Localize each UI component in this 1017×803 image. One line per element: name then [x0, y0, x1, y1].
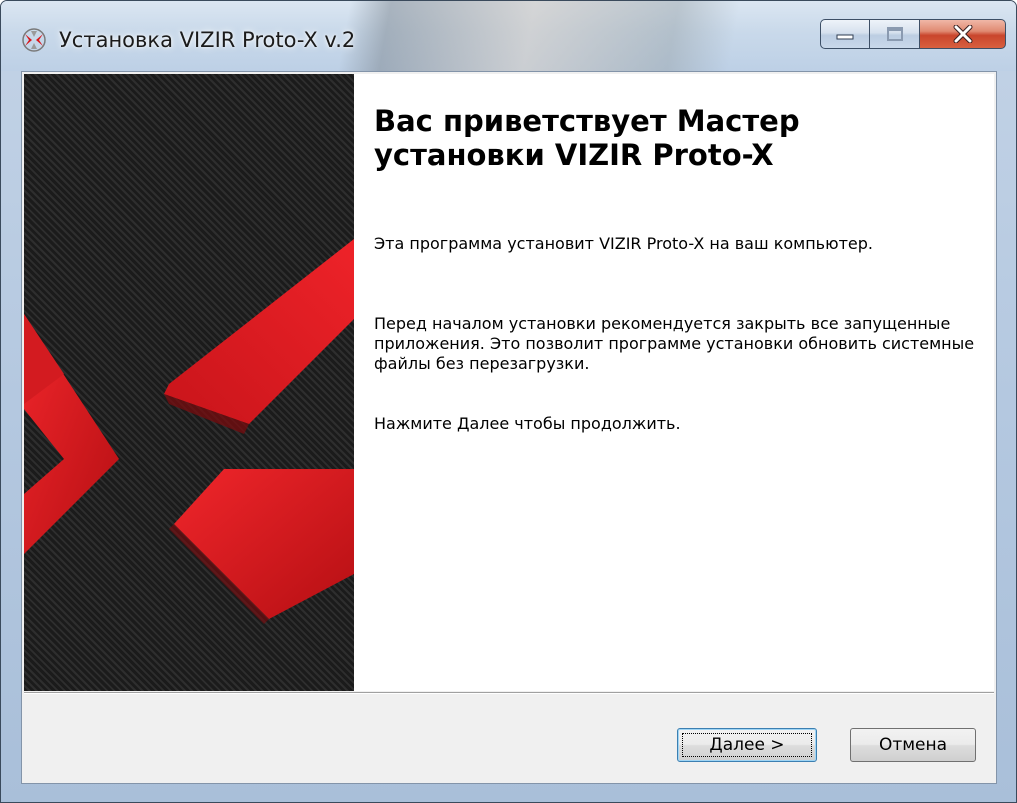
vizir-logo-icon — [22, 28, 46, 52]
close-apps-paragraph: Перед началом установки рекомендуется за… — [374, 314, 975, 373]
maximize-icon — [886, 27, 903, 41]
title-bar[interactable]: Установка VIZIR Proto-X v.2 — [1, 1, 1016, 71]
cancel-button[interactable]: Отмена — [850, 728, 976, 762]
close-button[interactable] — [920, 19, 1006, 49]
maximize-button[interactable] — [870, 19, 920, 49]
continue-hint-paragraph: Нажмите Далее чтобы продолжить. — [374, 414, 681, 433]
next-button-label: Далее > — [709, 735, 785, 755]
welcome-banner-image — [24, 74, 354, 691]
minimize-icon — [836, 34, 854, 40]
window-title: Установка VIZIR Proto-X v.2 — [59, 28, 356, 52]
window-bottom-border — [1, 784, 1016, 802]
close-icon — [953, 25, 972, 43]
installer-window: Установка VIZIR Proto-X v.2 Вас приветст… — [0, 0, 1017, 803]
caption-buttons — [820, 19, 1006, 51]
minimize-button[interactable] — [820, 19, 870, 49]
welcome-heading: Вас приветствует Мастер установки VIZIR … — [374, 104, 800, 172]
next-button[interactable]: Далее > — [677, 728, 817, 762]
intro-paragraph: Эта программа установит VIZIR Proto-X на… — [374, 234, 873, 253]
wizard-client-area: Вас приветствует Мастер установки VIZIR … — [21, 71, 997, 784]
welcome-panel: Вас приветствует Мастер установки VIZIR … — [354, 74, 994, 691]
vizir-red-x-graphic — [24, 239, 354, 624]
footer-divider — [24, 692, 994, 694]
cancel-button-label: Отмена — [878, 735, 948, 755]
